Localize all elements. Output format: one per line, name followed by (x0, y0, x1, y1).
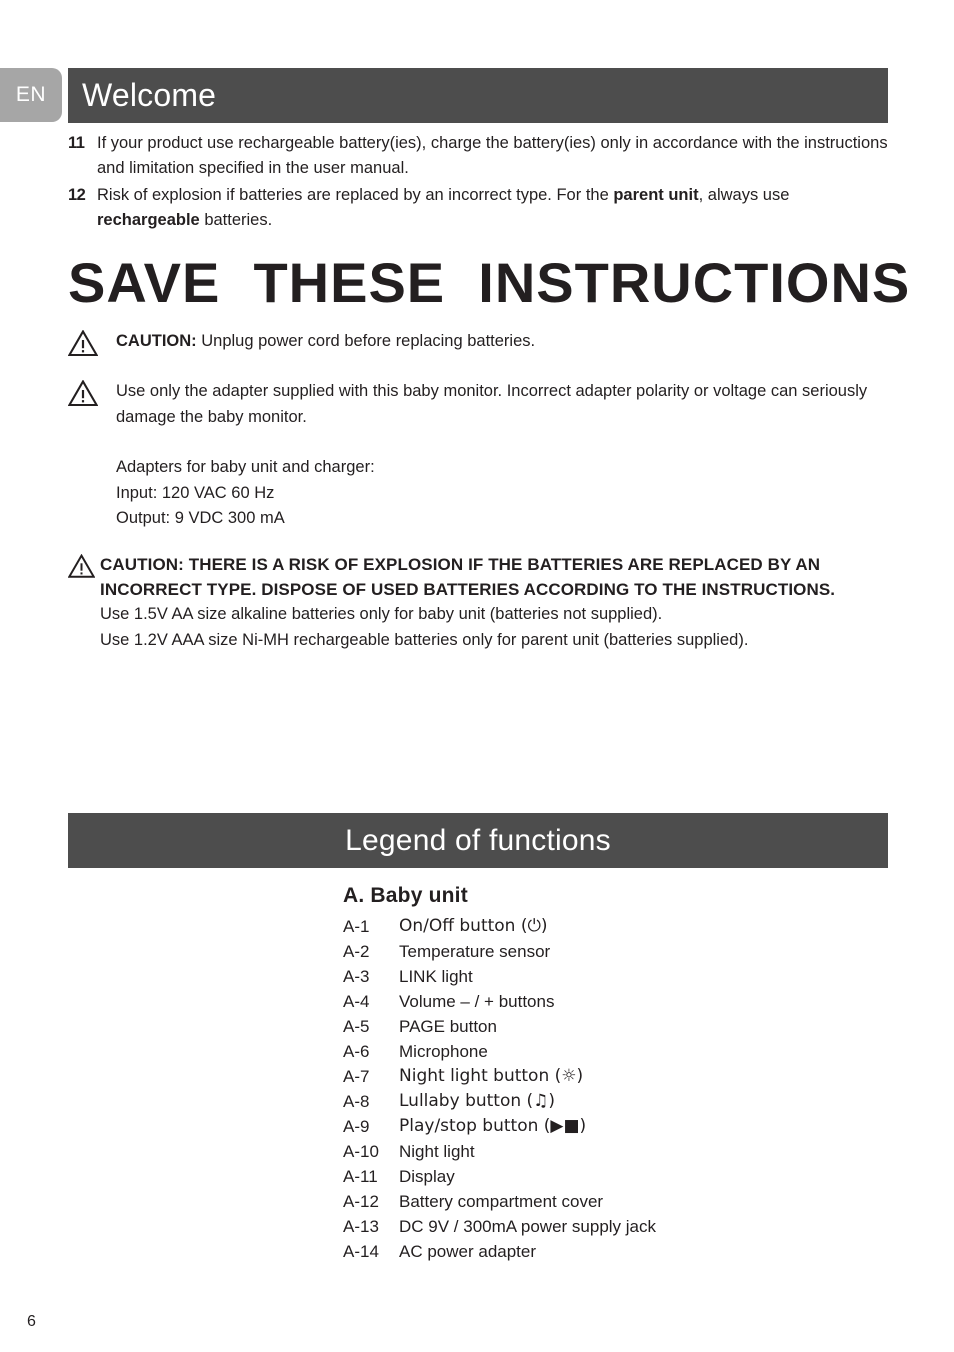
list-item: A-9 Play/stop button (▶■) (343, 1114, 888, 1139)
list-item: A-10 Night light (343, 1139, 888, 1164)
list-item: A-5 PAGE button (343, 1014, 888, 1039)
caution-body-text: Unplug power cord before replacing batte… (196, 332, 536, 350)
legend-item-label: PAGE button (399, 1017, 497, 1036)
legend-item-code: A-9 (343, 1117, 370, 1136)
list-item: A-11 Display (343, 1164, 888, 1189)
legend-item-label: Display (399, 1167, 455, 1186)
legend-item-code: A-6 (343, 1042, 370, 1061)
list-item: 12 Risk of explosion if batteries are re… (68, 183, 888, 233)
legend-item-code: A-4 (343, 992, 370, 1011)
legend-item-label: Night light (399, 1142, 475, 1161)
list-item-emphasis: rechargeable (97, 211, 200, 229)
warning-triangle-icon (68, 378, 116, 430)
warning-triangle-icon (68, 328, 116, 356)
legend-item-label: AC power adapter (399, 1242, 537, 1261)
legend-item-label: LINK light (399, 967, 473, 986)
page-title: Welcome (82, 77, 217, 113)
list-item-emphasis: parent unit (613, 186, 699, 204)
legend-item-label: Microphone (399, 1042, 488, 1061)
list-item-text: If your product use rechargeable battery… (97, 131, 888, 181)
legend-item-label: Volume – / + buttons (399, 992, 555, 1011)
caution-explosion-body: CAUTION: THERE IS A RISK OF EXPLOSION IF… (100, 552, 888, 653)
caution-block-unplug: CAUTION: Unplug power cord before replac… (68, 328, 888, 356)
caution-text: Use only the adapter supplied with this … (116, 382, 868, 426)
legend-item-label: Battery compartment cover (399, 1192, 604, 1211)
legend-section-title: A. Baby unit (343, 884, 468, 907)
legend-item-code: A-3 (343, 967, 370, 986)
legend-item-label: Night light button (☼) (399, 1066, 584, 1086)
legend-item-code: A-1 (343, 917, 370, 936)
legend-item-code: A-2 (343, 942, 370, 961)
save-instructions-headline: SAVE THESE INSTRUCTIONS (68, 251, 911, 314)
list-item: A-13 DC 9V / 300mA power supply jack (343, 1214, 888, 1239)
caution-block-adapter: Use only the adapter supplied with this … (68, 378, 888, 430)
list-item-text-part: Risk of explosion if batteries are repla… (97, 186, 614, 204)
battery-note-line: Use 1.5V AA size alkaline batteries only… (100, 605, 663, 623)
legend-item-code: A-10 (343, 1142, 379, 1161)
caution-caps-text: CAUTION: THERE IS A RISK OF EXPLOSION IF… (100, 555, 836, 599)
legend-item-code: A-14 (343, 1242, 379, 1261)
legend-title: Legend of functions (345, 823, 611, 857)
list-item: A-7 Night light button (☼) (343, 1064, 888, 1089)
legend-item-code: A-11 (343, 1167, 378, 1186)
page-number: 6 (27, 1313, 36, 1330)
legend-item-label: On/Off button (⏻) (399, 916, 548, 936)
list-item-text-part: If your product use rechargeable battery… (97, 134, 888, 177)
legend-item-code: A-13 (343, 1217, 379, 1236)
legend-item-label: Temperature sensor (399, 942, 551, 961)
legend-item-code: A-7 (343, 1067, 370, 1086)
adapter-spec-line: Input: 120 VAC 60 Hz (116, 483, 275, 502)
list-item: 11 If your product use rechargeable batt… (68, 131, 888, 181)
adapter-spec-line: Output: 9 VDC 300 mA (116, 509, 285, 527)
caution-block-explosion: CAUTION: THERE IS A RISK OF EXPLOSION IF… (68, 552, 888, 653)
list-item: A-14 AC power adapter (343, 1239, 888, 1264)
legend-item-label: Lullaby button (♫) (399, 1091, 556, 1111)
list-item: A-3 LINK light (343, 964, 888, 989)
legend-item-code: A-12 (343, 1192, 379, 1211)
numbered-warning-list: 11 If your product use rechargeable batt… (68, 131, 888, 235)
list-item: A-1 On/Off button (⏻) (343, 914, 888, 939)
list-item: A-4 Volume – / + buttons (343, 989, 888, 1014)
section-header-welcome: Welcome (68, 68, 888, 123)
list-item: A-8 Lullaby button (♫) (343, 1089, 888, 1114)
caution-text: CAUTION: Unplug power cord before replac… (116, 328, 888, 356)
battery-note-line: Use 1.2V AAA size Ni-MH rechargeable bat… (100, 630, 749, 649)
adapter-spec-line: Adapters for baby unit and charger: (116, 458, 375, 476)
list-item: A-2 Temperature sensor (343, 939, 888, 964)
list-item-text-part: batteries. (199, 211, 273, 229)
section-header-legend: Legend of functions (68, 813, 888, 868)
list-item-number: 12 (68, 186, 86, 204)
adapter-specifications: Adapters for baby unit and charger: Inpu… (116, 455, 375, 532)
warning-triangle-icon (68, 552, 100, 653)
list-item-number: 11 (68, 134, 85, 152)
legend-item-code: A-5 (343, 1017, 370, 1036)
legend-item-label: Play/stop button (▶■) (399, 1116, 587, 1136)
list-item-text-part: , always use (698, 186, 790, 204)
list-item: A-6 Microphone (343, 1039, 888, 1064)
list-item-text: Risk of explosion if batteries are repla… (97, 183, 888, 233)
caution-label: CAUTION: (116, 332, 197, 350)
legend-item-code: A-8 (343, 1092, 370, 1111)
language-tab-label: EN (15, 83, 47, 106)
list-item: A-12 Battery compartment cover (343, 1189, 888, 1214)
language-tab-en[interactable]: EN (0, 68, 62, 122)
legend-item-label: DC 9V / 300mA power supply jack (399, 1217, 657, 1236)
legend-list: A. Baby unit A-1 On/Off button (⏻) A-2 T… (343, 884, 888, 1264)
